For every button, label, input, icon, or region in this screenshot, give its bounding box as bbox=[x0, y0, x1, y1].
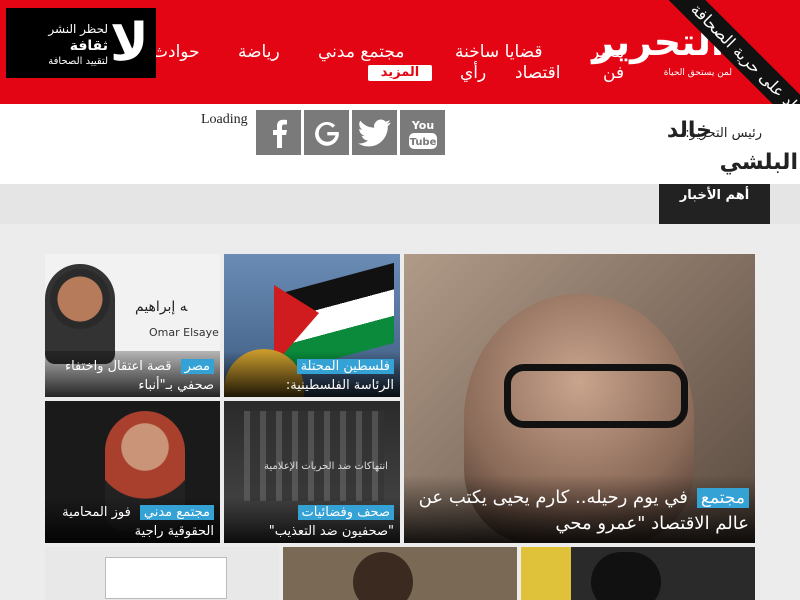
nav-mogtama[interactable]: مجتمع مدني bbox=[318, 42, 404, 62]
story-card-palestine[interactable]: فلسطين المحتلة الرئاسة الفلسطينية: bbox=[224, 254, 400, 397]
ad-line-1: لحظر النشر bbox=[48, 22, 108, 36]
nav-eqtesad[interactable]: اقتصاد bbox=[515, 63, 560, 83]
nav-rai[interactable]: رأي bbox=[460, 63, 486, 83]
card-palestine-tag[interactable]: فلسطين المحتلة bbox=[296, 359, 394, 374]
nav-hawadeth[interactable]: حوادث bbox=[152, 42, 200, 62]
svg-text:You: You bbox=[410, 119, 433, 132]
photo-name-latin: Omar Elsaye bbox=[149, 326, 219, 339]
nav-fan[interactable]: فن bbox=[603, 63, 624, 83]
story-card-row3-1[interactable] bbox=[45, 547, 279, 600]
person-photo bbox=[45, 264, 115, 364]
yellow-bg bbox=[521, 547, 571, 600]
document-image bbox=[105, 557, 227, 599]
ad-line-2: لتقييد الصحافة bbox=[48, 56, 108, 67]
nav-riyada[interactable]: رياضة bbox=[238, 42, 280, 62]
loading-text: Loading bbox=[201, 112, 248, 127]
featured-category-tag[interactable]: مجتمع bbox=[696, 488, 749, 508]
person-photo-2 bbox=[353, 552, 413, 600]
story-card-press[interactable]: انتهاكات ضد الحريات الإعلامية صحف وفضائي… bbox=[224, 401, 400, 543]
photo-name-text: ﻪ إبراهيم bbox=[135, 299, 188, 315]
nav-masr[interactable]: مصر bbox=[591, 42, 624, 62]
ad-line-thaqafa: ثقافة bbox=[69, 38, 108, 54]
story-card-egypt[interactable]: ﻪ إبراهيم Omar Elsaye مصر قصة اعتقال واخ… bbox=[45, 254, 220, 397]
ad-no-mark: لا bbox=[110, 13, 149, 73]
candles-image bbox=[244, 411, 384, 501]
card-press-tag[interactable]: صحف وفضائيات bbox=[297, 505, 394, 520]
twitter-icon[interactable] bbox=[352, 110, 397, 155]
youtube-icon[interactable]: You Tube bbox=[400, 110, 445, 155]
svg-text:Tube: Tube bbox=[409, 137, 436, 148]
card-press-title[interactable]: "صحفيون ضد التعذيب" bbox=[269, 524, 394, 539]
card-palestine-title[interactable]: الرئاسة الفلسطينية: bbox=[286, 378, 394, 393]
facebook-icon[interactable] bbox=[256, 110, 301, 155]
photo-caption-text: انتهاكات ضد الحريات الإعلامية bbox=[264, 461, 388, 472]
glasses-shape bbox=[504, 364, 688, 428]
person-photo-3 bbox=[591, 552, 661, 600]
story-card-row3-3[interactable] bbox=[521, 547, 755, 600]
story-card-civil[interactable]: مجتمع مدني فوز المحامية الحقوقية راجية bbox=[45, 401, 220, 543]
tab-top-news[interactable]: أهم الأخبار bbox=[659, 184, 770, 224]
card-civil-tag[interactable]: مجتمع مدني bbox=[139, 505, 214, 520]
featured-story-card[interactable]: مجتمع في يوم رحيله.. كارم يحيى يكتب عن ع… bbox=[404, 254, 755, 543]
story-card-row3-2[interactable] bbox=[283, 547, 517, 600]
editor-first-name[interactable]: خالد bbox=[667, 118, 712, 143]
nav-more-button[interactable]: المزيد bbox=[368, 65, 432, 81]
googleplus-icon[interactable] bbox=[304, 110, 349, 155]
ad-banner[interactable]: لا لحظر النشر ثقافة لتقييد الصحافة bbox=[6, 8, 156, 78]
nav-qadaya[interactable]: قضايا ساخنة bbox=[455, 42, 543, 62]
editor-last-name[interactable]: البلشي bbox=[720, 150, 798, 175]
card-egypt-tag[interactable]: مصر bbox=[180, 359, 214, 374]
